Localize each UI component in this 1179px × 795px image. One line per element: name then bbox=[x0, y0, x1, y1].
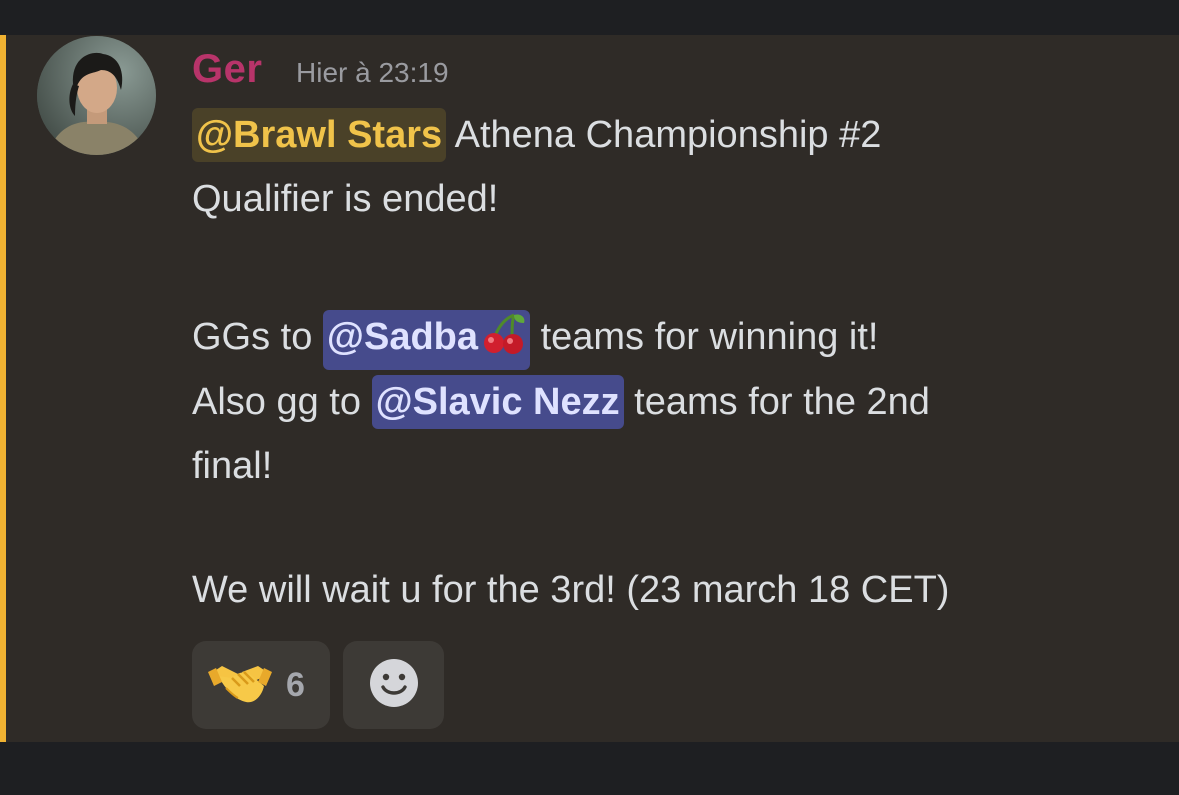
message-timestamp: Hier à 23:19 bbox=[296, 57, 449, 88]
smiley-icon bbox=[368, 657, 420, 714]
message-text: Also gg to bbox=[192, 381, 372, 423]
message-text: teams for winning it! bbox=[530, 316, 879, 358]
bottom-bar bbox=[0, 742, 1179, 795]
handshake-emoji bbox=[208, 660, 272, 711]
message-content: @Brawl Stars Athena Championship #2 Qual… bbox=[192, 103, 1152, 622]
user-mention-sadba[interactable]: @Sadba bbox=[322, 310, 531, 370]
message-line-2: Qualifier is ended! bbox=[192, 178, 499, 220]
message-line-1: @Brawl Stars Athena Championship #2 bbox=[192, 103, 1152, 167]
message-line-5: final! bbox=[192, 445, 273, 487]
reaction-count: 6 bbox=[286, 665, 305, 704]
cherry-emoji bbox=[482, 311, 526, 370]
add-reaction-button[interactable] bbox=[343, 641, 444, 729]
mention-highlight-bar bbox=[0, 35, 6, 742]
author-name[interactable]: Ger bbox=[192, 47, 262, 92]
top-bar bbox=[0, 0, 1179, 35]
role-mention-brawl-stars[interactable]: @Brawl Stars bbox=[192, 108, 447, 162]
message-text: GGs to bbox=[192, 316, 323, 358]
reaction-handshake[interactable]: 6 bbox=[192, 641, 330, 729]
avatar[interactable] bbox=[37, 36, 156, 155]
message-line-3: GGs to @Sadba teams for winning it! bbox=[192, 305, 1152, 370]
message-text: teams for the 2nd bbox=[623, 381, 930, 423]
reactions-bar: 6 bbox=[192, 641, 444, 729]
user-mention-slavic-nezz[interactable]: @Slavic Nezz bbox=[371, 375, 624, 429]
chat-message[interactable]: Ger Hier à 23:19 @Brawl Stars Athena Cha… bbox=[0, 35, 1179, 742]
message-line-4: Also gg to @Slavic Nezz teams for the 2n… bbox=[192, 370, 1152, 434]
message-line-6: We will wait u for the 3rd! (23 march 18… bbox=[192, 569, 950, 611]
message-text: Athena Championship #2 bbox=[446, 114, 882, 156]
